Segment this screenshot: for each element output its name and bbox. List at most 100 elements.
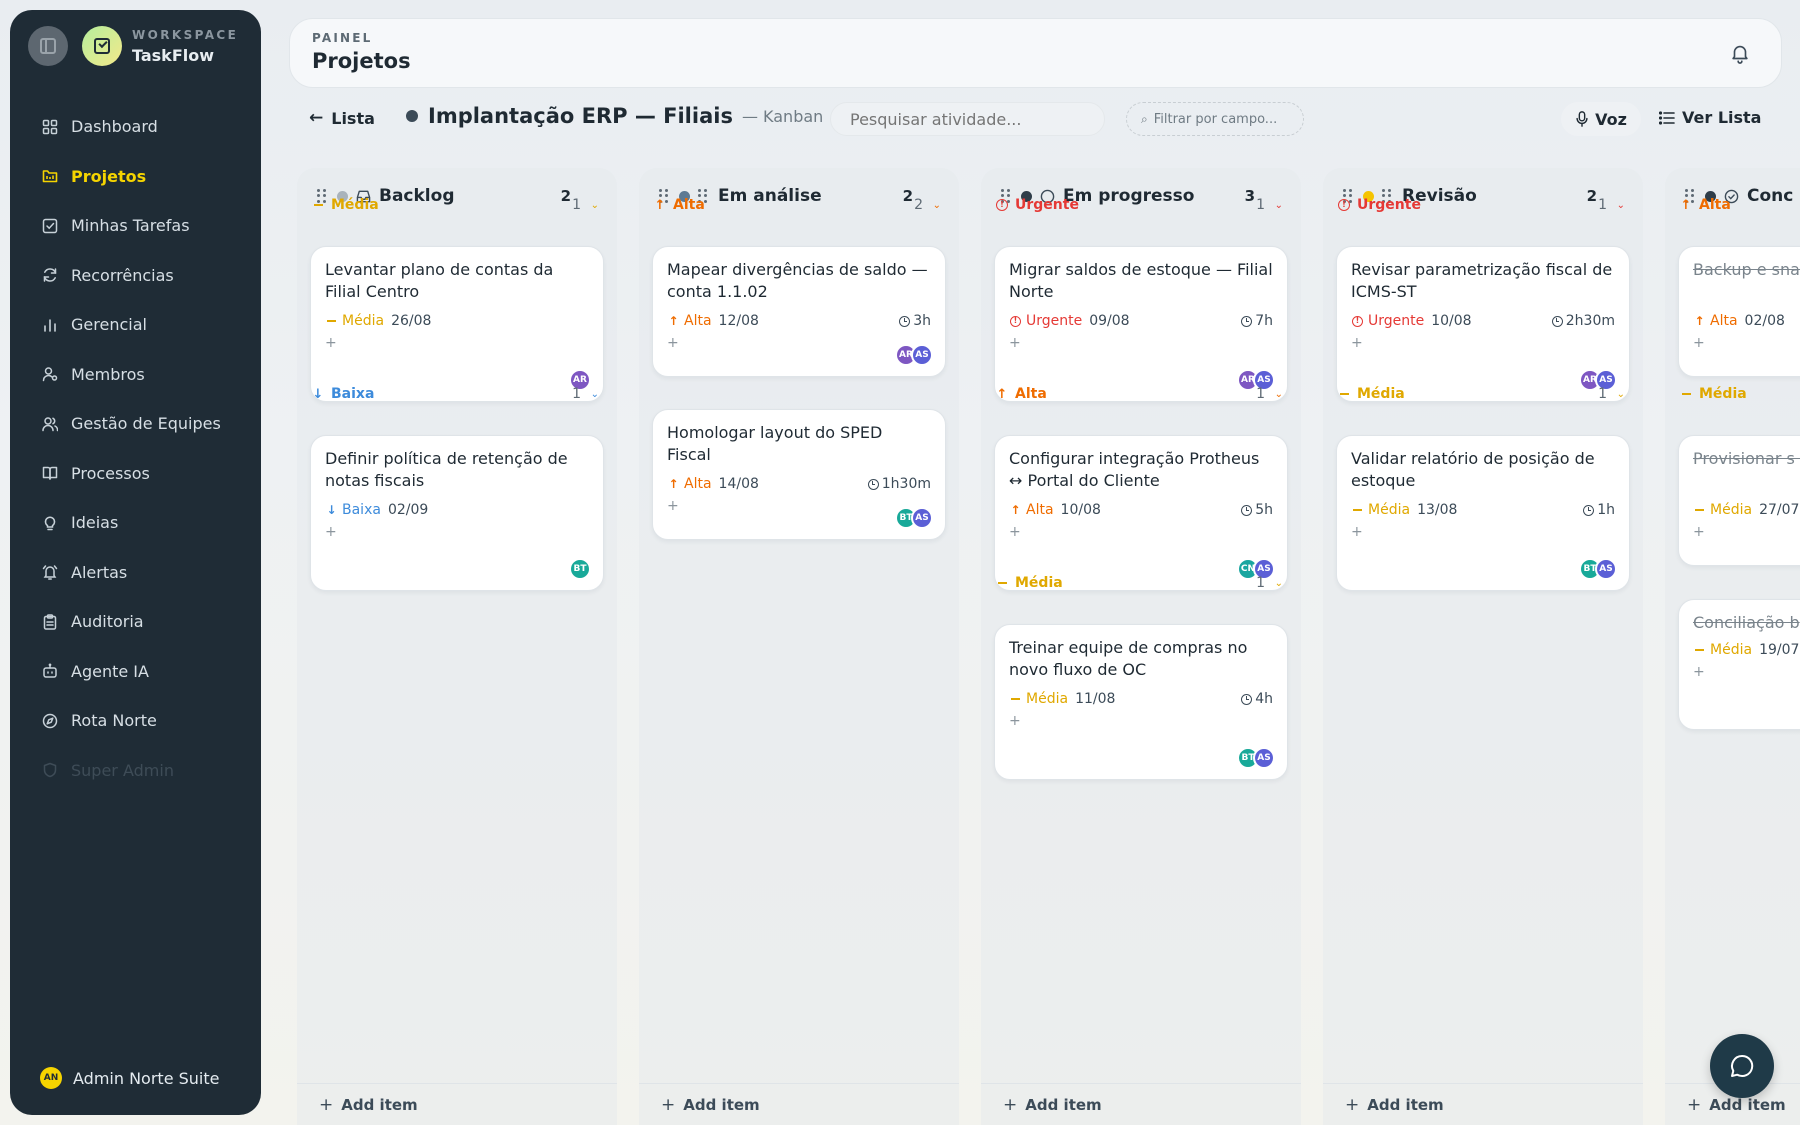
avatar[interactable]: AS: [911, 344, 933, 366]
priority-group-header[interactable]: ↑ Alta 2 ⌄: [653, 196, 945, 214]
chevron-down-icon[interactable]: ⌄: [591, 389, 599, 400]
add-subtask-button[interactable]: +: [1351, 335, 1363, 351]
task-card[interactable]: Backup e sna legado ↑ Alta 02/08 +: [1678, 246, 1800, 377]
add-subtask-button[interactable]: +: [1693, 664, 1705, 680]
sidebar-item-label: Super Admin: [71, 760, 174, 780]
task-assignees: AR AS: [895, 344, 933, 366]
chevron-down-icon[interactable]: ⌄: [933, 200, 941, 211]
task-card[interactable]: Conciliação b Média 19/07 +: [1678, 599, 1800, 730]
task-due-date: 10/08: [1060, 502, 1101, 518]
task-card[interactable]: Levantar plano de contas da Filial Centr…: [310, 246, 604, 402]
priority-group-header[interactable]: ↑Alta⌄: [1679, 196, 1800, 214]
task-card[interactable]: Provisionar s homologaçã Média 27/07 +: [1678, 435, 1800, 566]
search-icon: ⌕: [1141, 111, 1148, 126]
task-meta: Média 27/07: [1693, 502, 1800, 518]
add-item-button[interactable]: + Add item: [1323, 1083, 1643, 1125]
search-input[interactable]: [830, 102, 1105, 136]
add-subtask-button[interactable]: +: [1009, 335, 1021, 351]
add-item-label: Add item: [683, 1095, 760, 1114]
priority-group-header[interactable]: ↓ Baixa 1 ⌄: [311, 385, 603, 403]
priority-group-header[interactable]: Média 1 ⌄: [995, 574, 1287, 592]
sidebar-item-ideias[interactable]: Ideias: [10, 498, 261, 548]
add-item-label: Add item: [1025, 1095, 1102, 1114]
kanban-column: Em progresso 3! Urgente 1 ⌄ Migrar saldos de …: [981, 168, 1301, 1125]
priority-urgent-icon: !: [995, 199, 1009, 211]
sidebar-item-agente-ia[interactable]: Agente IA: [10, 647, 261, 697]
user-profile[interactable]: AN Admin Norte Suite: [40, 1067, 219, 1089]
task-card[interactable]: Revisar parametrização fiscal de ICMS-ST…: [1336, 246, 1630, 402]
add-item-button[interactable]: + Add item: [297, 1083, 617, 1125]
priority-group-label: Média: [1357, 386, 1405, 402]
priority-group-header[interactable]: ↑ Alta 1 ⌄: [995, 385, 1287, 403]
priority-group-header[interactable]: Média 1 ⌄: [1337, 385, 1629, 403]
chat-fab-button[interactable]: [1710, 1034, 1774, 1098]
sidebar-item-auditoria[interactable]: Auditoria: [10, 597, 261, 647]
sidebar-item-minhas-tarefas[interactable]: Minhas Tarefas: [10, 201, 261, 251]
avatar[interactable]: AS: [1253, 747, 1275, 769]
priority-media-icon: [1679, 393, 1693, 395]
task-due-date: 02/09: [387, 502, 429, 518]
add-subtask-button[interactable]: +: [325, 524, 337, 540]
add-subtask-button[interactable]: +: [1009, 713, 1021, 729]
task-meta: ! Urgente 10/08 2h30m: [1351, 313, 1615, 329]
bell-icon[interactable]: [1729, 41, 1751, 65]
avatar[interactable]: AS: [911, 507, 933, 529]
task-card[interactable]: Migrar saldos de estoque — Filial Norte!…: [994, 246, 1288, 402]
add-item-button[interactable]: + Add item: [981, 1083, 1301, 1125]
section-label: PAINEL: [312, 31, 373, 45]
bar-chart-icon: [42, 317, 58, 333]
voice-button[interactable]: Voz: [1561, 102, 1641, 136]
task-card[interactable]: Homologar layout do SPED Fiscal ↑ Alta 14/0…: [652, 409, 946, 540]
add-subtask-button[interactable]: +: [1693, 524, 1705, 540]
sidebar-item-gerencial[interactable]: Gerencial: [10, 300, 261, 350]
add-subtask-button[interactable]: +: [325, 335, 337, 351]
priority-group-header[interactable]: ! Urgente 1 ⌄: [995, 196, 1287, 214]
task-card[interactable]: Validar relatório de posição de estoque M…: [1336, 435, 1630, 591]
project-title-group: Implantação ERP — Filiais — Kanban: [406, 104, 823, 128]
sidebar-item-gestao-de-equipes[interactable]: Gestão de Equipes: [10, 399, 261, 449]
chevron-down-icon[interactable]: ⌄: [591, 200, 599, 211]
priority-group-header[interactable]: Média⌄: [1679, 385, 1800, 403]
sidebar-item-alertas[interactable]: Alertas: [10, 548, 261, 598]
sidebar-item-dashboard[interactable]: Dashboard: [10, 102, 261, 152]
view-list-button[interactable]: Ver Lista: [1659, 108, 1761, 127]
task-card[interactable]: Treinar equipe de compras no novo fluxo …: [994, 624, 1288, 780]
task-card[interactable]: Mapear divergências de saldo — conta 1.1…: [652, 246, 946, 377]
task-meta: ↑ Alta 12/08 3h: [667, 313, 931, 329]
priority-group-count: 1: [1256, 575, 1265, 591]
field-filter-input[interactable]: ⌕ Filtrar por campo...: [1126, 102, 1304, 136]
chevron-down-icon[interactable]: ⌄: [1275, 578, 1283, 589]
task-duration-value: 2h30m: [1565, 313, 1615, 329]
add-subtask-button[interactable]: +: [1693, 335, 1705, 351]
task-card[interactable]: Configurar integração Protheus ↔ Portal …: [994, 435, 1288, 591]
back-to-list-button[interactable]: ← Lista: [309, 108, 375, 128]
add-subtask-button[interactable]: +: [1351, 524, 1363, 540]
sidebar-toggle-button[interactable]: [28, 26, 68, 66]
sidebar-item-membros[interactable]: Membros: [10, 350, 261, 400]
add-item-label: Add item: [341, 1095, 418, 1114]
chevron-down-icon[interactable]: ⌄: [1617, 200, 1625, 211]
sidebar-item-rota-norte[interactable]: Rota Norte: [10, 696, 261, 746]
sidebar-item-projetos[interactable]: Projetos: [10, 152, 261, 202]
sidebar-item-label: Rota Norte: [71, 711, 157, 731]
sidebar-item-processos[interactable]: Processos: [10, 449, 261, 499]
task-title: Definir política de retenção de notas fi…: [325, 449, 568, 490]
sidebar-item-recorrencias[interactable]: Recorrências: [10, 251, 261, 301]
sidebar-item-label: Projetos: [71, 166, 147, 186]
task-card[interactable]: Definir política de retenção de notas fi…: [310, 435, 604, 591]
priority-group-header[interactable]: ! Urgente 1 ⌄: [1337, 196, 1629, 214]
priority-group-header[interactable]: Média 1 ⌄: [311, 196, 603, 214]
avatar[interactable]: AS: [1595, 558, 1617, 580]
add-item-button[interactable]: + Add item: [639, 1083, 959, 1125]
add-subtask-button[interactable]: +: [667, 335, 679, 351]
avatar[interactable]: BT: [569, 558, 591, 580]
add-subtask-button[interactable]: +: [667, 498, 679, 514]
task-due-date: 11/08: [1075, 691, 1116, 707]
chevron-down-icon[interactable]: ⌄: [1275, 389, 1283, 400]
task-due-date: 09/08: [1089, 313, 1130, 329]
task-meta: Média 13/08 1h: [1351, 502, 1615, 518]
chevron-down-icon[interactable]: ⌄: [1617, 389, 1625, 400]
task-duration: 5h: [1241, 502, 1273, 518]
chevron-down-icon[interactable]: ⌄: [1275, 200, 1283, 211]
add-subtask-button[interactable]: +: [1009, 524, 1021, 540]
